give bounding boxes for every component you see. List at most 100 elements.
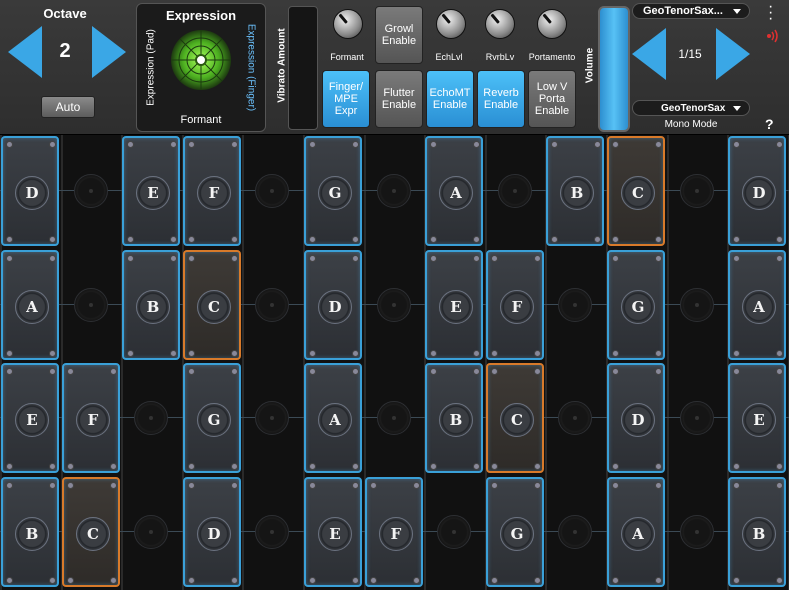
screw-icon: [491, 368, 498, 375]
screw-icon: [612, 463, 619, 470]
empty-pad[interactable]: [668, 250, 726, 360]
empty-pad[interactable]: [243, 136, 301, 246]
screw-icon: [430, 368, 437, 375]
note-pad[interactable]: A: [728, 250, 786, 360]
note-pad[interactable]: A: [1, 250, 59, 360]
growl-enable-button[interactable]: Growl Enable: [375, 6, 423, 64]
note-pad[interactable]: G: [304, 136, 362, 246]
screw-icon: [352, 463, 359, 470]
sub-preset-dropdown[interactable]: GeoTenorSax: [632, 100, 750, 116]
echo-level-knob-label: EchLvl: [435, 52, 463, 62]
screw-icon: [188, 482, 195, 489]
screw-icon: [309, 368, 316, 375]
empty-pad[interactable]: [546, 363, 604, 473]
more-options-icon[interactable]: · · ·: [768, 0, 774, 27]
note-pad[interactable]: F: [486, 250, 544, 360]
preset-prev-icon[interactable]: [632, 28, 666, 80]
empty-pad[interactable]: [425, 477, 483, 587]
vibrato-slider[interactable]: [288, 6, 318, 130]
note-pad[interactable]: A: [607, 477, 665, 587]
note-pad[interactable]: E: [728, 363, 786, 473]
empty-pad[interactable]: [668, 363, 726, 473]
expression-pad[interactable]: Expression Expression (Pad) Expression (…: [136, 3, 266, 132]
empty-pad[interactable]: [486, 136, 544, 246]
note-pad[interactable]: E: [122, 136, 180, 246]
empty-pad[interactable]: [243, 250, 301, 360]
empty-pad[interactable]: [546, 250, 604, 360]
center-dot-icon: [392, 303, 396, 307]
formant-knob-icon[interactable]: [333, 9, 363, 39]
note-pad[interactable]: D: [1, 136, 59, 246]
screw-icon: [231, 255, 238, 262]
note-pad[interactable]: D: [304, 250, 362, 360]
note-pad[interactable]: B: [122, 250, 180, 360]
note-label: C: [511, 411, 523, 429]
reverb-enable-button[interactable]: Reverb Enable: [477, 70, 525, 128]
low-v-porta-enable-label: Low V Porta Enable: [534, 81, 570, 117]
note-pad[interactable]: A: [425, 136, 483, 246]
empty-pad[interactable]: [365, 363, 423, 473]
preset-next-icon[interactable]: [716, 28, 750, 80]
note-pad[interactable]: F: [62, 363, 120, 473]
note-pad[interactable]: C: [62, 477, 120, 587]
note-pad[interactable]: A: [304, 363, 362, 473]
note-pad[interactable]: G: [183, 363, 241, 473]
empty-pad[interactable]: [243, 363, 301, 473]
note-pad[interactable]: E: [304, 477, 362, 587]
expression-finger-label: Expression (Finger): [245, 23, 257, 112]
echo-level-knob-icon[interactable]: [436, 9, 466, 39]
echomt-enable-button[interactable]: EchoMT Enable: [426, 70, 474, 128]
note-pad[interactable]: C: [607, 136, 665, 246]
low-v-porta-enable-button[interactable]: Low V Porta Enable: [528, 70, 576, 128]
note-pad[interactable]: G: [607, 250, 665, 360]
screw-icon: [309, 350, 316, 357]
preset-dropdown[interactable]: GeoTenorSax...: [632, 3, 750, 19]
screw-icon: [231, 482, 238, 489]
empty-pad[interactable]: [365, 136, 423, 246]
empty-pad[interactable]: [668, 477, 726, 587]
note-label: G: [207, 411, 221, 429]
screw-icon: [6, 463, 13, 470]
note-pad[interactable]: C: [486, 363, 544, 473]
screw-icon: [188, 350, 195, 357]
help-icon[interactable]: ?: [765, 116, 774, 132]
empty-pad[interactable]: [243, 477, 301, 587]
note-label: C: [632, 184, 644, 202]
empty-pad[interactable]: [546, 477, 604, 587]
wireless-icon[interactable]: [763, 29, 781, 43]
volume-slider[interactable]: [598, 6, 630, 132]
note-pad[interactable]: D: [607, 363, 665, 473]
empty-pad[interactable]: [668, 136, 726, 246]
note-pad[interactable]: B: [546, 136, 604, 246]
empty-pad[interactable]: [122, 477, 180, 587]
empty-pad[interactable]: [62, 136, 120, 246]
reverb-enable-label: Reverb Enable: [483, 87, 519, 111]
note-pad[interactable]: B: [425, 363, 483, 473]
octave-value: 2: [59, 40, 71, 62]
screw-icon: [188, 577, 195, 584]
screw-icon: [655, 350, 662, 357]
note-label: G: [631, 298, 645, 316]
note-pad[interactable]: F: [183, 136, 241, 246]
note-pad[interactable]: F: [365, 477, 423, 587]
octave-down-icon[interactable]: [8, 26, 42, 78]
auto-button[interactable]: Auto: [41, 96, 95, 118]
empty-pad[interactable]: [122, 363, 180, 473]
flutter-enable-button[interactable]: Flutter Enable: [375, 70, 423, 128]
note-pad[interactable]: B: [728, 477, 786, 587]
reverb-level-knob-icon[interactable]: [485, 9, 515, 39]
note-pad[interactable]: B: [1, 477, 59, 587]
note-pad[interactable]: E: [425, 250, 483, 360]
note-pad[interactable]: D: [728, 136, 786, 246]
screw-icon: [6, 577, 13, 584]
finger-mpe-expr-button[interactable]: Finger/ MPE Expr: [322, 70, 370, 128]
portamento-knob-icon[interactable]: [537, 9, 567, 39]
finger-mpe-expr-label: Finger/ MPE Expr: [328, 81, 364, 117]
octave-up-icon[interactable]: [92, 26, 126, 78]
note-pad[interactable]: G: [486, 477, 544, 587]
note-pad[interactable]: E: [1, 363, 59, 473]
empty-pad[interactable]: [62, 250, 120, 360]
empty-pad[interactable]: [365, 250, 423, 360]
note-pad[interactable]: C: [183, 250, 241, 360]
note-pad[interactable]: D: [183, 477, 241, 587]
